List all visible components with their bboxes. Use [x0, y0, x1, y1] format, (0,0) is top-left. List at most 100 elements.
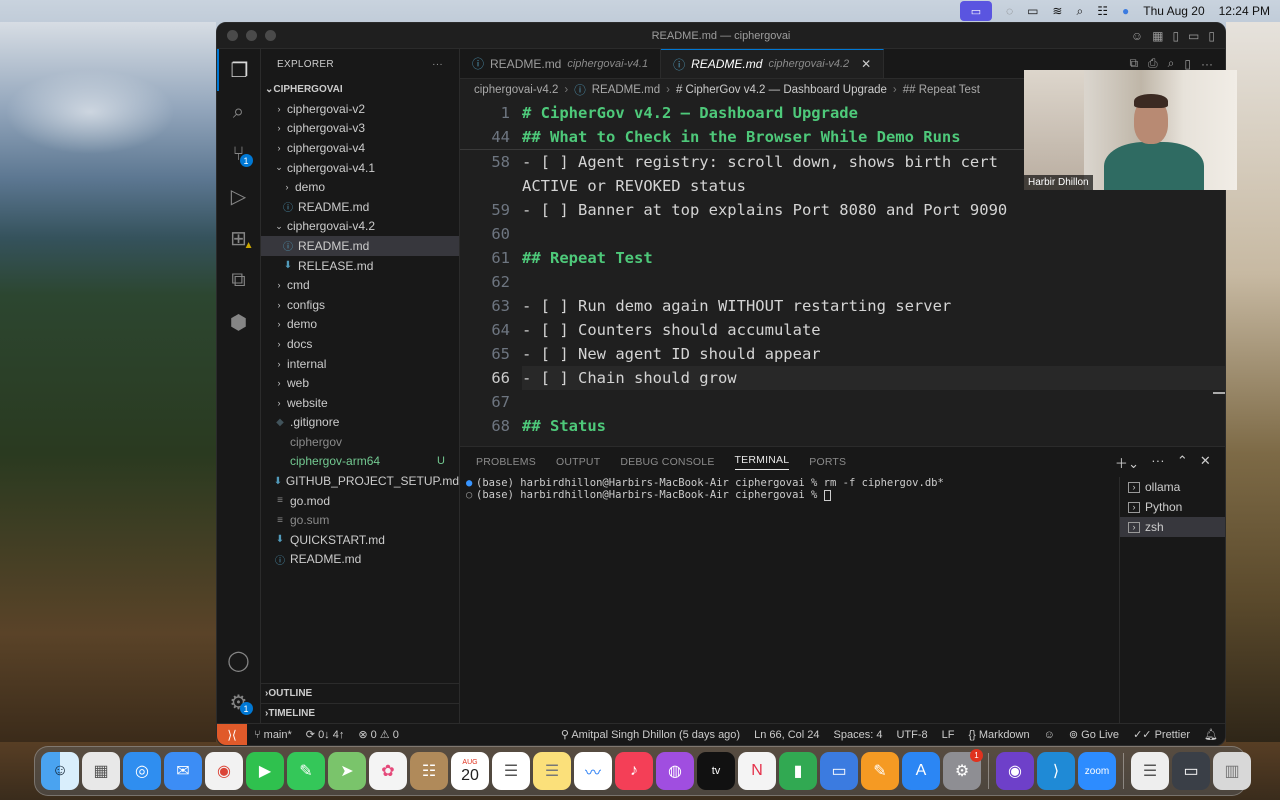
source-control-icon[interactable]: ⑂ 1 — [217, 133, 261, 175]
numbers-icon[interactable]: ▮ — [779, 752, 817, 790]
breadcrumb-heading-2[interactable]: ## Repeat Test — [903, 84, 980, 96]
tab-readme-v42[interactable]: ⓘ README.md ciphergovai-v4.2 ✕ — [661, 49, 885, 78]
indentation[interactable]: Spaces: 4 — [827, 729, 890, 741]
cursor-position[interactable]: Ln 66, Col 24 — [747, 729, 826, 741]
workspace-root[interactable]: ⌄ CIPHERGOVAI — [261, 79, 459, 99]
github-desktop-icon[interactable]: ◉ — [996, 752, 1034, 790]
terminal-output[interactable]: ● (base) harbirdhillon@Harbirs-MacBook-Ai… — [460, 477, 1119, 723]
breadcrumb-folder[interactable]: ciphergovai-v4.2 — [474, 84, 558, 96]
tab-terminal[interactable]: TERMINAL — [734, 454, 790, 470]
tree-folder[interactable]: › web — [261, 373, 459, 393]
tree-folder[interactable]: › ciphergovai-v2 — [261, 99, 459, 119]
video-call-overlay[interactable]: Harbir Dhillon — [1024, 70, 1237, 190]
remote-explorer-icon[interactable]: ⧉ — [217, 259, 261, 301]
copilot-status-icon[interactable]: ☺ — [1037, 729, 1062, 741]
more-actions-icon[interactable]: ··· — [1201, 57, 1213, 71]
tree-folder[interactable]: › website — [261, 393, 459, 413]
tree-file[interactable]: ≡ go.sum — [261, 510, 459, 530]
breadcrumb-heading-1[interactable]: # CipherGov v4.2 — Dashboard Upgrade — [676, 84, 887, 96]
go-live-button[interactable]: ⊚ Go Live — [1062, 728, 1126, 741]
pages-icon[interactable]: ✎ — [861, 752, 899, 790]
toggle-panel-icon[interactable]: ▭ — [1188, 29, 1199, 43]
toggle-secondary-sidebar-icon[interactable]: ▯ — [1208, 29, 1215, 43]
news-icon[interactable]: N — [738, 752, 776, 790]
tree-folder[interactable]: › ciphergovai-v4 — [261, 138, 459, 158]
tree-file[interactable]: ciphergov — [261, 432, 459, 452]
podcasts-icon[interactable]: ◍ — [656, 752, 694, 790]
photos-icon[interactable]: ✿ — [369, 752, 407, 790]
run-debug-icon[interactable]: ▷ — [217, 175, 261, 217]
language-mode[interactable]: {} Markdown — [961, 729, 1036, 741]
tab-output[interactable]: OUTPUT — [556, 456, 600, 468]
trash-icon[interactable]: ▥ — [1213, 752, 1251, 790]
maps-icon[interactable]: ➤ — [328, 752, 366, 790]
print-icon[interactable]: ⎙ — [1148, 56, 1158, 71]
launchpad-icon[interactable]: ▦ — [82, 752, 120, 790]
branch-status[interactable]: ⑂ main* — [247, 729, 299, 741]
new-terminal-icon[interactable]: ＋⌄ — [1115, 453, 1139, 472]
tree-file[interactable]: ciphergov-arm64 U — [261, 452, 459, 472]
battery-icon[interactable]: ▭ — [1027, 4, 1038, 18]
timeline-section[interactable]: › TIMELINE — [261, 703, 459, 723]
system-settings-icon[interactable]: ⚙ 1 — [943, 749, 983, 790]
freeform-icon[interactable]: 〰 — [574, 752, 612, 790]
screen-share-icon[interactable]: ▭ — [959, 1, 992, 21]
explorer-icon[interactable]: ❐ — [217, 49, 261, 91]
tree-file[interactable]: ⓘ README.md — [261, 236, 459, 256]
tree-folder[interactable]: › cmd — [261, 275, 459, 295]
wifi-icon[interactable]: ≋ — [1052, 4, 1062, 18]
encoding[interactable]: UTF-8 — [889, 729, 934, 741]
search-icon[interactable]: ⌕ — [1076, 4, 1083, 19]
chrome-icon[interactable]: ◉ — [205, 752, 243, 790]
screenshot-stack-icon[interactable]: ▭ — [1172, 752, 1210, 790]
control-center-icon[interactable]: ☷ — [1097, 4, 1108, 18]
close-panel-icon[interactable]: ✕ — [1200, 453, 1211, 472]
git-blame-status[interactable]: ⚲ Amitpal Singh Dhillon (5 days ago) — [554, 728, 747, 741]
find-icon[interactable]: ⌕ — [1168, 56, 1175, 71]
document-icon[interactable]: ☰ — [1131, 752, 1169, 790]
tree-folder[interactable]: › internal — [261, 354, 459, 374]
more-actions-icon[interactable]: ··· — [432, 59, 443, 70]
siri-icon[interactable]: ● — [1122, 4, 1129, 18]
tab-readme-v41[interactable]: ⓘ README.md ciphergovai-v4.1 — [460, 49, 662, 78]
tree-folder[interactable]: › demo — [261, 177, 459, 197]
toggle-sidebar-icon[interactable]: ▯ — [1172, 29, 1179, 43]
menubar-time[interactable]: 12:24 PM — [1219, 4, 1270, 18]
tree-folder[interactable]: › ciphergovai-v3 — [261, 119, 459, 139]
tab-problems[interactable]: PROBLEMS — [476, 456, 536, 468]
split-editor-icon[interactable]: ▯ — [1184, 57, 1191, 71]
manage-gear-icon[interactable]: ⚙ 1 — [217, 681, 261, 723]
accounts-icon[interactable]: ◯ — [217, 639, 261, 681]
extensions-icon[interactable]: ⊞ ▲ — [217, 217, 261, 259]
facetime-icon[interactable]: ▶ — [246, 752, 284, 790]
problems-status[interactable]: ⊗ 0 ⚠ 0 — [351, 728, 405, 741]
tree-folder[interactable]: › demo — [261, 315, 459, 335]
layout-icon[interactable]: ▦ — [1152, 29, 1163, 43]
tree-file[interactable]: ⓘ README.md — [261, 197, 459, 217]
terminal-item-zsh[interactable]: › zsh — [1120, 517, 1225, 537]
terminal-item-python[interactable]: › Python — [1120, 497, 1225, 517]
tab-ports[interactable]: PORTS — [809, 456, 846, 468]
close-tab-icon[interactable]: ✕ — [861, 57, 871, 71]
music-icon[interactable]: ♪ — [615, 752, 653, 790]
tree-folder[interactable]: ⌄ ciphergovai-v4.1 — [261, 158, 459, 178]
more-actions-icon[interactable]: ··· — [1151, 453, 1165, 472]
python-icon[interactable]: ⬢ — [217, 301, 261, 343]
mail-icon[interactable]: ✉ — [164, 752, 202, 790]
tab-debug-console[interactable]: DEBUG CONSOLE — [620, 456, 714, 468]
tree-file[interactable]: ⬇ GITHUB_PROJECT_SETUP.md — [261, 471, 459, 491]
finder-icon[interactable]: ☺ — [41, 752, 79, 790]
tree-file[interactable]: ◆ .gitignore — [261, 413, 459, 433]
zoom-icon[interactable]: zoom — [1078, 752, 1116, 790]
end-of-line[interactable]: LF — [935, 729, 962, 741]
vscode-icon[interactable]: ⟩ — [1037, 752, 1075, 790]
outline-section[interactable]: › OUTLINE — [261, 683, 459, 703]
tree-folder[interactable]: › docs — [261, 334, 459, 354]
notes-icon[interactable]: ☰ — [533, 752, 571, 790]
breadcrumb-file[interactable]: README.md — [592, 84, 660, 96]
remote-indicator-icon[interactable]: ⟩⟨ — [217, 723, 247, 745]
maximize-panel-icon[interactable]: ⌃ — [1177, 453, 1188, 472]
safari-icon[interactable]: ◎ — [123, 752, 161, 790]
apple-tv-icon[interactable]: tv — [697, 752, 735, 790]
open-preview-icon[interactable]: ⧉ — [1129, 56, 1138, 71]
